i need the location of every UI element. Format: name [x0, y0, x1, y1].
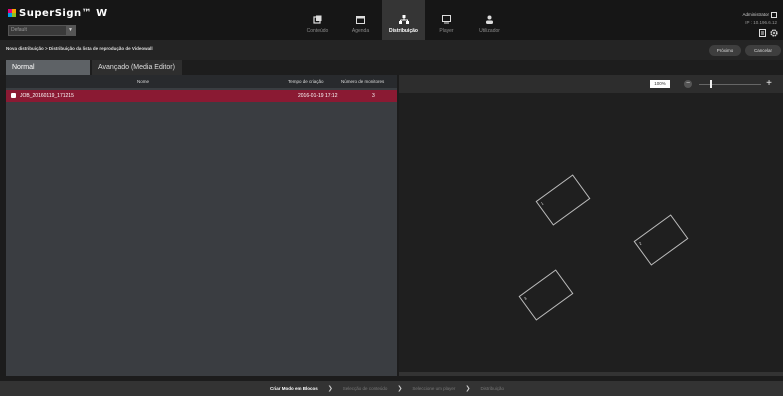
content-icon	[313, 15, 322, 24]
top-bar: SuperSign™ W Default ▼ Conteúdo Agenda D…	[0, 0, 783, 40]
app-window: SuperSign™ W Default ▼ Conteúdo Agenda D…	[0, 0, 783, 396]
zoom-level[interactable]: 100%	[650, 80, 670, 88]
wizard-steps: Criar Modo em Blocos ❯ Selecção de conte…	[270, 381, 514, 396]
user-name: Administrator	[742, 12, 769, 17]
breadcrumb-bar: Nova distribuição > Distribuição da list…	[0, 40, 783, 60]
user-info: Administrator IP : 10.196.6.12	[742, 11, 777, 27]
zoom-slider-handle[interactable]	[710, 80, 713, 88]
main-nav: Conteúdo Agenda Distribuição Player Util…	[296, 0, 511, 40]
step-select-content: Selecção de conteúdo	[342, 386, 388, 391]
column-created[interactable]: Tempo de criação	[288, 79, 324, 84]
document-icon[interactable]	[759, 29, 766, 37]
nav-item-schedule[interactable]: Agenda	[339, 0, 382, 40]
step-select-player: Seleccione um player	[412, 386, 456, 391]
tab-advanced[interactable]: Avançado (Media Editor)	[92, 60, 182, 75]
nav-item-content[interactable]: Conteúdo	[296, 0, 339, 40]
distribution-icon	[398, 15, 409, 24]
nav-label: Agenda	[351, 28, 370, 34]
site-select[interactable]: Default ▼	[8, 25, 76, 36]
mode-tabs: Normal Avançado (Media Editor)	[0, 60, 783, 75]
cancel-button[interactable]: Cancelar	[745, 45, 781, 56]
preview-canvas[interactable]: 1 2 3	[399, 93, 783, 376]
table-header: Nome Tempo de criação Número de monitore…	[6, 75, 397, 88]
nav-item-user[interactable]: Utilizador	[468, 0, 511, 40]
logo-mark-icon	[8, 8, 16, 19]
videowall-preview: 100% − + 1 2 3	[399, 75, 783, 376]
monitor-label: 1	[539, 200, 545, 207]
calendar-icon	[356, 16, 365, 24]
nav-label: Player	[439, 28, 454, 34]
logo: SuperSign™ W	[8, 8, 108, 19]
chevron-right-icon: ❯	[397, 386, 403, 392]
preview-toolbar: 100% − +	[399, 75, 783, 93]
nav-label: Conteúdo	[306, 28, 329, 34]
monitor-frame[interactable]: 2	[633, 214, 689, 266]
videowall-icon	[11, 93, 16, 98]
zoom-slider[interactable]	[699, 84, 761, 85]
job-table: Nome Tempo de criação Número de monitore…	[6, 75, 397, 376]
step-create-tile-mode: Criar Modo em Blocos	[270, 386, 318, 391]
logo-text: SuperSign™ W	[19, 8, 108, 19]
table-row[interactable]: JOB_20160119_171215 2016-01-19 17:12 3	[6, 90, 397, 102]
user-ip: IP : 10.196.6.12	[745, 20, 777, 25]
user-icon	[486, 15, 493, 24]
nav-label: Distribuição	[389, 28, 418, 34]
tab-normal[interactable]: Normal	[6, 60, 90, 75]
site-select-value: Default	[11, 27, 27, 33]
column-monitors[interactable]: Número de monitores	[341, 79, 384, 84]
next-button[interactable]: Próximo	[709, 45, 741, 56]
chevron-right-icon: ❯	[465, 386, 471, 392]
nav-item-distribution[interactable]: Distribuição	[382, 0, 425, 40]
user-tools	[759, 29, 778, 37]
monitor-frame[interactable]: 3	[518, 269, 574, 321]
row-created: 2016-01-19 17:12	[298, 93, 338, 99]
wizard-footer: Criar Modo em Blocos ❯ Selecção de conte…	[0, 381, 783, 396]
monitor-label: 2	[637, 240, 643, 247]
row-monitors: 3	[372, 93, 375, 99]
nav-item-player[interactable]: Player	[425, 0, 468, 40]
logout-icon[interactable]	[771, 11, 777, 18]
zoom-in-button[interactable]: +	[764, 79, 774, 89]
row-name: JOB_20160119_171215	[20, 93, 74, 99]
zoom-out-button[interactable]: −	[684, 80, 692, 88]
chevron-right-icon: ❯	[327, 386, 333, 392]
monitor-frame[interactable]: 1	[535, 174, 591, 226]
step-distribution: Distribuição	[480, 386, 504, 391]
column-name[interactable]: Nome	[137, 79, 149, 84]
nav-label: Utilizador	[479, 28, 500, 34]
breadcrumb: Nova distribuição > Distribuição da list…	[6, 46, 153, 51]
gear-icon[interactable]	[770, 29, 778, 37]
monitor-icon	[442, 15, 451, 24]
horizontal-scrollbar[interactable]	[399, 372, 783, 376]
monitor-label: 3	[522, 295, 528, 302]
chevron-down-icon: ▼	[66, 26, 75, 35]
